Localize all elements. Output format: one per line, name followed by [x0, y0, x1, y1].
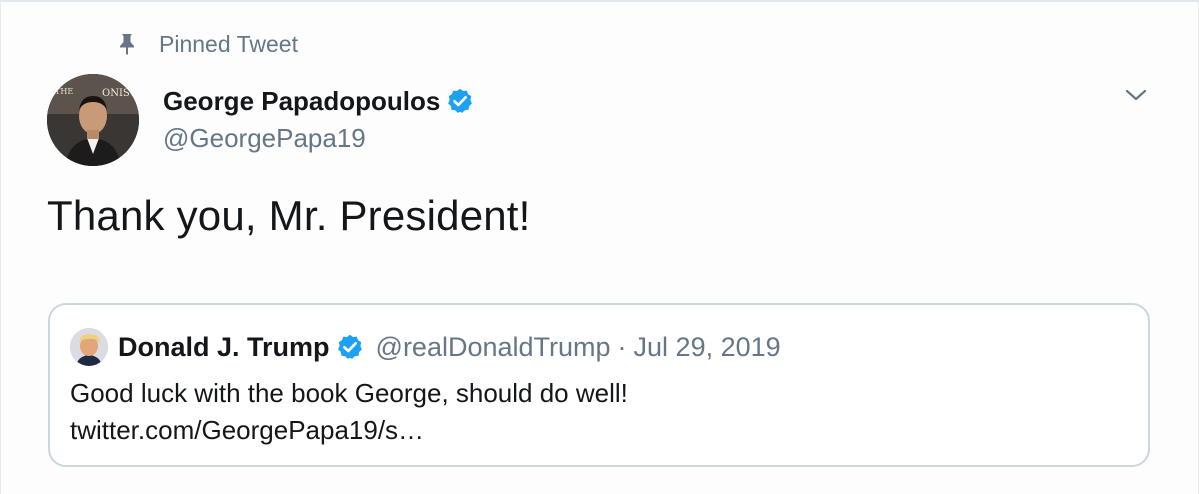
svg-text:ONIST: ONIST: [102, 88, 137, 99]
verified-badge-icon: [337, 334, 362, 359]
author-info: George Papadopoulos @GeorgePapa19: [163, 84, 474, 154]
author-display-name[interactable]: George Papadopoulos: [163, 86, 440, 117]
quoted-tweet-text: Good luck with the book George, should d…: [70, 375, 628, 449]
author-handle[interactable]: @GeorgePapa19: [163, 123, 474, 154]
tweet-card[interactable]: Pinned Tweet THE ONIST George Papadopoul…: [0, 0, 1199, 494]
pinned-label: Pinned Tweet: [159, 30, 298, 57]
svg-text:THE: THE: [55, 87, 73, 96]
separator-dot: ·: [617, 331, 627, 362]
pinned-indicator: Pinned Tweet: [117, 30, 298, 58]
avatar-photo: THE ONIST: [47, 74, 139, 166]
tweet-text: Thank you, Mr. President!: [47, 192, 531, 239]
quoted-author-avatar: [70, 328, 108, 366]
quoted-tweet-text-line: Good luck with the book George, should d…: [70, 378, 628, 408]
author-avatar[interactable]: THE ONIST: [47, 74, 139, 166]
chevron-down-icon[interactable]: [1123, 84, 1149, 106]
quoted-tweet-header: Donald J. Trump @realDonaldTrump · Jul 2…: [70, 327, 781, 367]
verified-badge-icon: [448, 88, 473, 113]
quoted-avatar-photo: [70, 328, 108, 366]
quoted-tweet-link[interactable]: twitter.com/GeorgePapa19/s…: [70, 412, 628, 449]
quoted-author-handle[interactable]: @realDonaldTrump: [376, 332, 611, 363]
quoted-author-display-name[interactable]: Donald J. Trump: [118, 332, 330, 363]
pin-icon: [120, 34, 134, 55]
quoted-tweet[interactable]: Donald J. Trump @realDonaldTrump · Jul 2…: [48, 303, 1150, 467]
quoted-tweet-date[interactable]: Jul 29, 2019: [634, 332, 781, 363]
